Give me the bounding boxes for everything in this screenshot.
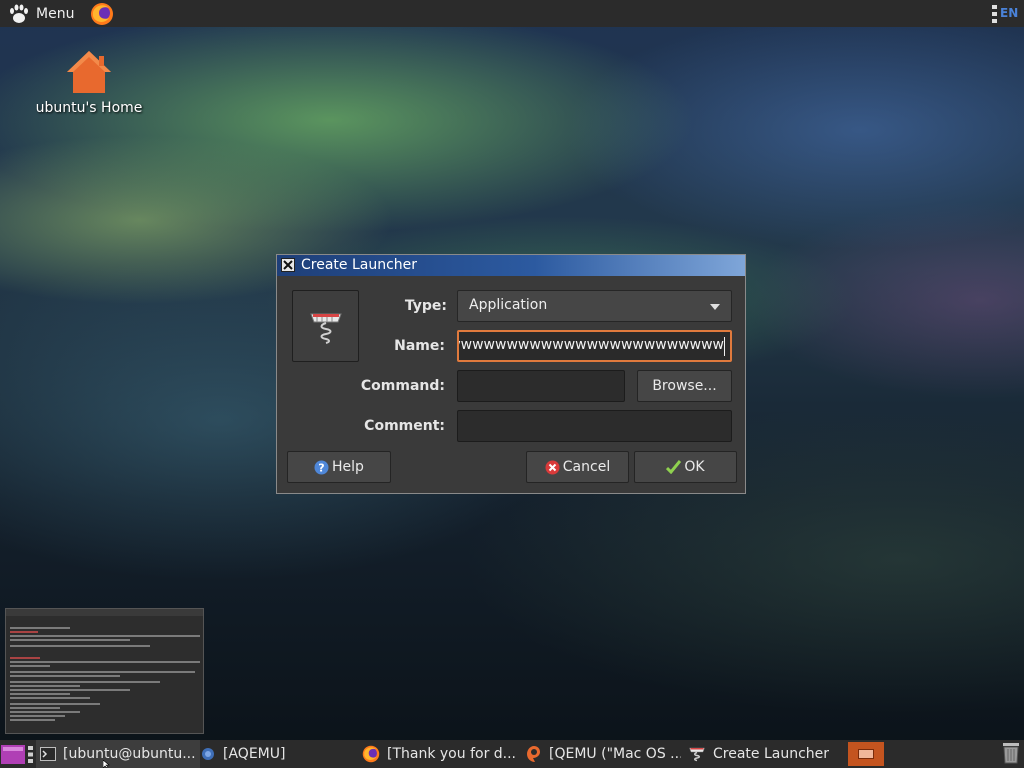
type-value: Application — [469, 297, 548, 313]
trash-icon[interactable] — [1002, 742, 1020, 764]
launcher-icon-button[interactable] — [292, 290, 359, 362]
svg-text:?: ? — [318, 461, 324, 474]
task-aqemu[interactable]: [AQEMU] — [200, 740, 355, 768]
command-input[interactable] — [457, 370, 625, 402]
task-firefox[interactable]: [Thank you for d... — [362, 740, 517, 768]
terminal-preview-line — [10, 635, 200, 637]
browse-button-label: Browse... — [652, 378, 717, 394]
task-create-launcher[interactable]: Create Launcher — [688, 740, 843, 768]
browse-button[interactable]: Browse... — [637, 370, 732, 402]
terminal-preview-line — [10, 627, 70, 629]
terminal-preview-line — [10, 675, 120, 677]
firefox-icon — [362, 745, 380, 763]
main-menu-button[interactable]: Menu — [8, 2, 74, 25]
text-caret — [724, 337, 725, 356]
workspace-window-thumb — [858, 749, 874, 759]
type-combobox[interactable]: Application — [457, 290, 732, 322]
terminal-icon — [40, 747, 56, 761]
task-create-launcher-label: Create Launcher — [713, 746, 830, 762]
name-input-value: vwwwwwwwwwwwwwwwwwwwwwww — [457, 337, 724, 353]
home-folder-label: ubuntu's Home — [35, 100, 143, 116]
menu-label: Menu — [36, 5, 75, 22]
comment-input[interactable] — [457, 410, 732, 442]
terminal-preview-line — [10, 715, 65, 717]
firefox-launcher-icon[interactable] — [90, 2, 114, 26]
launcher-spring-icon — [689, 747, 705, 762]
terminal-preview-line — [10, 631, 38, 633]
help-button-label: Help — [332, 459, 364, 475]
terminal-preview-line — [10, 661, 200, 663]
terminal-preview-line — [10, 671, 195, 673]
task-aqemu-label: [AQEMU] — [223, 746, 286, 762]
keyboard-layout-indicator[interactable]: EN — [1000, 6, 1018, 20]
taskbar-handle-icon[interactable] — [28, 746, 33, 763]
bottom-panel: [ubuntu@ubuntu... [AQEMU] [Thank you for… — [0, 740, 1024, 768]
name-label: Name: — [394, 338, 445, 354]
qemu-icon — [527, 746, 540, 762]
task-firefox-label: [Thank you for d... — [387, 746, 517, 762]
task-qemu-label: [QEMU ("Mac OS ... — [549, 746, 681, 762]
terminal-preview-line — [10, 689, 130, 691]
type-label: Type: — [404, 298, 447, 314]
workspace-indicator[interactable] — [848, 742, 884, 766]
terminal-preview-line — [10, 681, 160, 683]
cancel-icon — [545, 460, 560, 474]
terminal-preview-line — [10, 685, 80, 687]
launcher-spring-icon — [310, 313, 342, 344]
terminal-preview-line — [10, 719, 55, 721]
dialog-close-button[interactable] — [281, 258, 295, 272]
workspace-switcher-icon[interactable] — [1, 745, 25, 764]
terminal-preview-line — [10, 703, 100, 705]
dialog-title: Create Launcher — [301, 257, 418, 273]
checkmark-icon — [666, 460, 682, 474]
task-terminal-label: [ubuntu@ubuntu... — [63, 746, 196, 762]
terminal-preview-line — [10, 693, 70, 695]
mouse-cursor-icon — [103, 760, 110, 768]
create-launcher-dialog: Create Launcher Type: Application Name: … — [276, 254, 746, 494]
chevron-down-icon — [710, 304, 720, 310]
terminal-preview-line — [10, 657, 40, 659]
desktop-home-folder[interactable]: ubuntu's Home — [34, 48, 144, 122]
task-terminal[interactable]: [ubuntu@ubuntu... — [36, 740, 200, 768]
ok-button-label: OK — [684, 459, 705, 475]
panel-menu-dots-icon[interactable] — [992, 5, 997, 23]
name-input[interactable]: vwwwwwwwwwwwwwwwwwwwwwww — [457, 330, 732, 362]
command-label: Command: — [360, 378, 445, 394]
aqemu-icon — [202, 748, 214, 760]
close-icon — [283, 260, 293, 270]
terminal-preview-line — [10, 707, 60, 709]
terminal-preview-line — [10, 697, 90, 699]
ok-button[interactable]: OK — [634, 451, 737, 483]
cancel-button-label: Cancel — [562, 459, 611, 475]
terminal-preview-line — [10, 665, 50, 667]
terminal-preview-line — [10, 639, 130, 641]
task-qemu[interactable]: [QEMU ("Mac OS ... — [526, 740, 681, 768]
help-button[interactable]: ? Help — [287, 451, 391, 483]
terminal-window-preview[interactable] — [5, 608, 204, 734]
cancel-button[interactable]: Cancel — [526, 451, 629, 483]
comment-label: Comment: — [364, 418, 445, 434]
terminal-preview-menubar — [6, 609, 203, 616]
dialog-titlebar[interactable]: Create Launcher — [277, 255, 745, 276]
gnome-foot-icon — [10, 4, 28, 23]
terminal-preview-line — [10, 645, 150, 647]
top-panel: Menu EN — [0, 0, 1024, 27]
home-folder-icon — [67, 51, 111, 93]
terminal-preview-line — [10, 711, 80, 713]
help-icon: ? — [314, 460, 329, 474]
